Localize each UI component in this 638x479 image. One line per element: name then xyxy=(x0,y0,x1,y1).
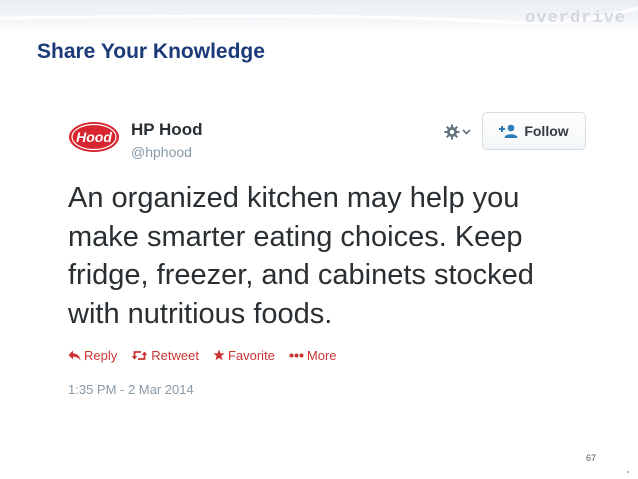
tweet-card: Hood HP Hood @hphood Follow An organized… xyxy=(60,103,590,403)
logo-wordmark: Hood xyxy=(76,129,112,145)
ellipsis-icon xyxy=(289,353,304,357)
reply-arrow-icon xyxy=(68,350,81,360)
add-user-icon xyxy=(499,124,518,138)
tweet-text-line: fridge, freezer, and cabinets stocked xyxy=(68,259,534,291)
chevron-down-icon xyxy=(462,129,471,135)
retweet-icon xyxy=(132,350,148,360)
tweet-timestamp[interactable]: 1:35 PM - 2 Mar 2014 xyxy=(68,382,194,397)
tweet-text-line: An organized kitchen may help you xyxy=(68,182,520,214)
reply-button[interactable]: Reply xyxy=(68,348,117,363)
tweet-text-line: with nutritious foods. xyxy=(68,297,333,330)
slide-title: Share Your Knowledge xyxy=(37,40,265,63)
hood-logo-icon[interactable]: Hood xyxy=(68,121,120,153)
user-handle[interactable]: @hphood xyxy=(131,144,192,160)
more-label: More xyxy=(306,347,337,363)
more-button[interactable]: More xyxy=(289,348,337,363)
user-actions-menu[interactable] xyxy=(444,123,474,141)
retweet-button[interactable]: Retweet xyxy=(131,348,199,363)
tweet-text: An organized kitchen may help you make s… xyxy=(68,179,588,333)
corner-mark xyxy=(627,471,629,473)
display-name[interactable]: HP Hood xyxy=(131,120,202,140)
favorite-button[interactable]: Favorite xyxy=(213,348,275,363)
reply-label: Reply xyxy=(84,347,118,363)
follow-label: Follow xyxy=(524,123,569,139)
favorite-label: Favorite xyxy=(227,347,275,363)
star-icon xyxy=(213,349,225,361)
tweet-text-line: make smarter eating choices. Keep xyxy=(68,220,523,253)
brand-logo: overdrive xyxy=(525,9,626,28)
page-number: 67 xyxy=(586,453,597,463)
gear-icon xyxy=(444,124,460,140)
retweet-label: Retweet xyxy=(151,347,199,363)
tweet-actions: Reply Retweet Favorite More xyxy=(68,346,337,364)
follow-button[interactable]: Follow xyxy=(482,112,586,150)
